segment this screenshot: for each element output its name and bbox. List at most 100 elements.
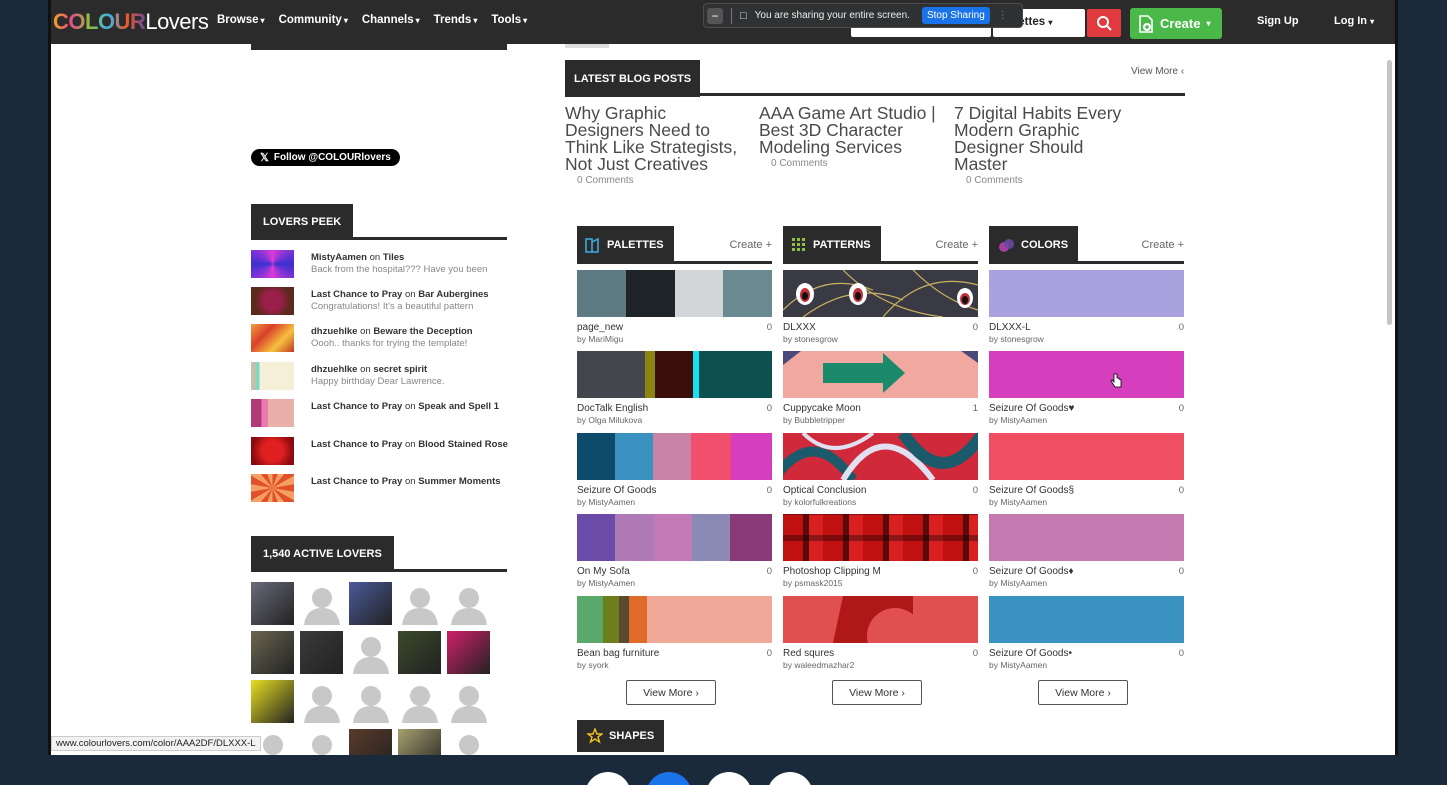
color-swatch[interactable] xyxy=(989,514,1184,561)
palettes-view-more-button[interactable]: View More › xyxy=(626,680,716,705)
pattern-swatch[interactable] xyxy=(783,514,978,561)
lover-avatar[interactable] xyxy=(447,631,490,674)
peek-item[interactable]: Last Chance to Pray on Summer Moments xyxy=(251,474,511,504)
blog-post[interactable]: AAA Game Art Studio | Best 3D Character … xyxy=(759,104,943,169)
palettes-tab[interactable]: PALETTES xyxy=(577,226,674,264)
lover-avatar[interactable] xyxy=(349,680,392,723)
peek-item[interactable]: dhzuehlke on Beware the Deception Oooh..… xyxy=(251,324,511,354)
menu-browse[interactable]: Browse ▾ xyxy=(217,14,265,26)
color-item[interactable]: DLXXX-L by stonesgrow 0 xyxy=(989,270,1184,350)
pattern-item[interactable]: Photoshop Clipping Mby psmask2015 0 xyxy=(783,514,978,594)
create-button[interactable]: Create ▾ xyxy=(1130,8,1222,39)
shapes-header[interactable]: SHAPES xyxy=(577,720,665,752)
create-color-link[interactable]: Create + xyxy=(1142,239,1185,251)
palette-item[interactable]: Bean bag furniture by syork 0 xyxy=(577,596,772,676)
color-item[interactable]: Seizure Of Goods§ by MistyAamen 0 xyxy=(989,433,1184,513)
peek-thumbnail[interactable] xyxy=(251,437,294,465)
dock-button[interactable] xyxy=(767,772,813,785)
lover-avatar[interactable] xyxy=(251,680,294,723)
create-palette-link[interactable]: Create + xyxy=(730,239,773,251)
peek-thumbnail[interactable] xyxy=(251,474,294,502)
palette-swatch[interactable] xyxy=(577,514,772,561)
patterns-tab[interactable]: PATTERNS xyxy=(783,226,881,264)
lover-avatar[interactable] xyxy=(300,729,343,755)
lover-avatar[interactable] xyxy=(349,631,392,674)
peek-item[interactable]: Last Chance to Pray on Blood Stained Ros… xyxy=(251,437,511,467)
palette-swatch[interactable] xyxy=(577,433,772,480)
drag-handle-icon[interactable]: ⋮ xyxy=(998,10,1008,21)
lover-avatar[interactable] xyxy=(300,631,343,674)
palette-swatch[interactable] xyxy=(577,270,772,317)
blog-view-more-link[interactable]: View More ‹ xyxy=(1131,66,1184,77)
colourlovers-logo[interactable]: COLOURLovers xyxy=(53,9,209,35)
lover-avatar[interactable] xyxy=(447,729,490,755)
menu-channels[interactable]: Channels ▾ xyxy=(362,14,420,26)
peek-thumbnail[interactable] xyxy=(251,399,294,427)
pattern-swatch[interactable] xyxy=(783,433,978,480)
lover-avatar[interactable] xyxy=(349,729,392,755)
menu-community[interactable]: Community ▾ xyxy=(279,14,348,26)
palette-swatch[interactable] xyxy=(577,596,772,643)
blog-post-title[interactable]: 7 Digital Habits Every Modern Graphic De… xyxy=(954,104,1138,173)
sign-up-link[interactable]: Sign Up xyxy=(1257,15,1299,27)
peek-item[interactable]: Last Chance to Pray on Bar Aubergines Co… xyxy=(251,287,511,317)
peek-item[interactable]: dhzuehlke on secret spirit Happy birthda… xyxy=(251,362,511,392)
peek-item[interactable]: Last Chance to Pray on Speak and Spell 1 xyxy=(251,399,511,429)
colors-tab[interactable]: COLORS xyxy=(989,226,1079,264)
pattern-swatch[interactable] xyxy=(783,270,978,317)
lover-avatar[interactable] xyxy=(251,582,294,625)
dock-button[interactable] xyxy=(585,772,631,785)
dock-button[interactable] xyxy=(706,772,752,785)
lover-avatar[interactable] xyxy=(398,631,441,674)
blog-post[interactable]: 7 Digital Habits Every Modern Graphic De… xyxy=(954,104,1138,186)
color-swatch[interactable] xyxy=(989,351,1184,398)
lover-avatar[interactable] xyxy=(447,582,490,625)
page-scrollbar[interactable] xyxy=(1387,60,1392,325)
color-item[interactable]: Seizure Of Goods• by MistyAamen 0 xyxy=(989,596,1184,676)
twitter-follow-button[interactable]: 𝕏 Follow @COLOURlovers xyxy=(251,149,400,166)
blog-post[interactable]: Why Graphic Designers Need to Think Like… xyxy=(565,104,749,186)
color-swatch[interactable] xyxy=(989,596,1184,643)
blog-post-title[interactable]: AAA Game Art Studio | Best 3D Character … xyxy=(759,104,943,156)
peek-item[interactable]: MistyAamen on Tiles Back from the hospit… xyxy=(251,250,511,280)
color-swatch[interactable] xyxy=(989,433,1184,480)
blog-post-title[interactable]: Why Graphic Designers Need to Think Like… xyxy=(565,104,749,173)
pattern-item[interactable]: Cuppycake Moon by Bubbletripper 1 xyxy=(783,351,978,431)
peek-thumbnail[interactable] xyxy=(251,362,294,390)
patterns-view-more-button[interactable]: View More › xyxy=(832,680,922,705)
color-item[interactable]: Seizure Of Goods♦ by MistyAamen 0 xyxy=(989,514,1184,594)
palette-item[interactable]: Seizure Of Goods by MistyAamen 0 xyxy=(577,433,772,513)
menu-tools[interactable]: Tools ▾ xyxy=(491,14,527,26)
palette-item[interactable]: On My Sofa by MistyAamen 0 xyxy=(577,514,772,594)
search-button[interactable] xyxy=(1087,9,1121,37)
lover-avatar[interactable] xyxy=(300,680,343,723)
blog-post-comments[interactable]: 0 Comments xyxy=(759,158,943,169)
colors-view-more-button[interactable]: View More › xyxy=(1038,680,1128,705)
pattern-swatch[interactable] xyxy=(783,351,978,398)
lover-avatar[interactable] xyxy=(398,582,441,625)
lover-avatar[interactable] xyxy=(398,680,441,723)
blog-post-comments[interactable]: 0 Comments xyxy=(954,175,1138,186)
pattern-item[interactable]: Optical Conclusion by kolorfulkreations 0 xyxy=(783,433,978,513)
color-swatch[interactable] xyxy=(989,270,1184,317)
peek-thumbnail[interactable] xyxy=(251,250,294,278)
blog-post-comments[interactable]: 0 Comments xyxy=(565,175,749,186)
palette-item[interactable]: page_new by MariMigu 0 xyxy=(577,270,772,350)
palette-item[interactable]: DocTalk English by Olga Milukova 0 xyxy=(577,351,772,431)
lover-avatar[interactable] xyxy=(349,582,392,625)
peek-thumbnail[interactable] xyxy=(251,324,294,352)
pattern-item[interactable]: DLXXX by stonesgrow 0 xyxy=(783,270,978,350)
create-pattern-link[interactable]: Create + xyxy=(936,239,979,251)
palette-swatch[interactable] xyxy=(577,351,772,398)
lover-avatar[interactable] xyxy=(398,729,441,755)
menu-trends[interactable]: Trends ▾ xyxy=(434,14,478,26)
color-item[interactable]: Seizure Of Goods♥ by MistyAamen 0 xyxy=(989,351,1184,431)
minimize-share-button[interactable]: − xyxy=(707,7,723,24)
log-in-link[interactable]: Log In ▾ xyxy=(1334,15,1374,27)
lover-avatar[interactable] xyxy=(447,680,490,723)
lover-avatar[interactable] xyxy=(251,631,294,674)
pattern-item[interactable]: Red squres by waleedmazhar2 0 xyxy=(783,596,978,676)
stop-sharing-button[interactable]: Stop Sharing xyxy=(921,7,990,24)
lover-avatar[interactable] xyxy=(300,582,343,625)
pattern-swatch[interactable] xyxy=(783,596,978,643)
